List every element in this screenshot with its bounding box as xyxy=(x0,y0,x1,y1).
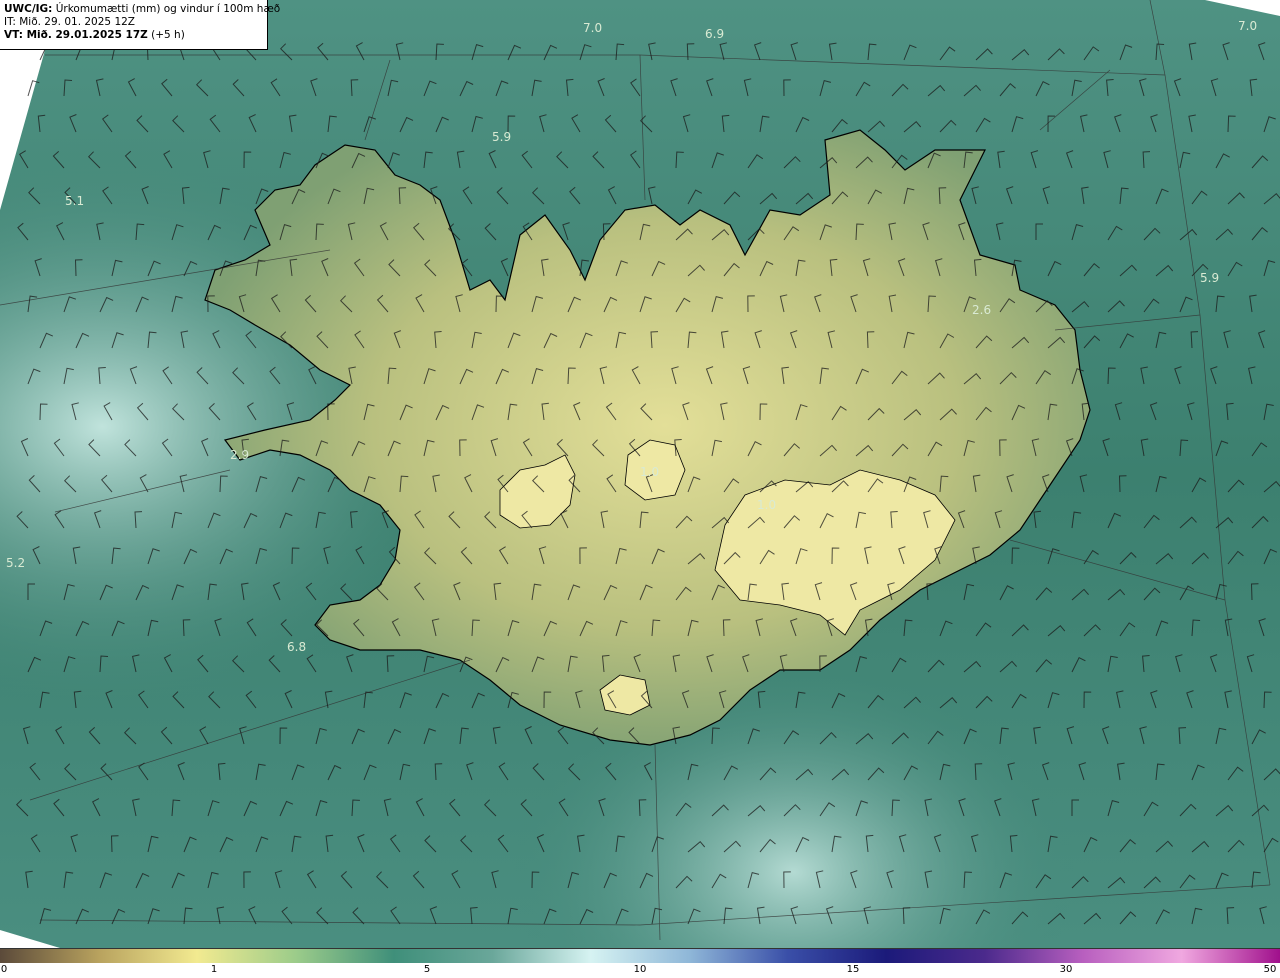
map-label: 6.8 xyxy=(287,640,306,654)
valid-time: VT: Mið. 29.01.2025 17Z xyxy=(4,29,148,41)
info-box: UWC/IG: Úrkomumætti (mm) og vindur í 100… xyxy=(0,0,280,50)
map-label: 5.9 xyxy=(1200,271,1219,285)
map-label: 2.9 xyxy=(230,448,249,462)
colorbar-tick-label: 15 xyxy=(846,964,860,975)
map-label: 7.0 xyxy=(1238,19,1257,33)
model-name: UWC/IG: xyxy=(4,3,53,15)
parameter-description: Úrkomumætti (mm) og vindur í 100m hæð xyxy=(55,3,281,15)
map-label: 7.0 xyxy=(583,21,602,35)
colorbar-strip xyxy=(0,948,1280,963)
valid-time-row: VT: Mið. 29.01.2025 17Z (+5 h) xyxy=(4,29,263,42)
lead-time: (+5 h) xyxy=(151,29,185,41)
colorbar-tick-label: 1 xyxy=(210,964,218,975)
info-title-row: UWC/IG: Úrkomumætti (mm) og vindur í 100… xyxy=(4,3,280,16)
map-label: 5.2 xyxy=(6,556,25,570)
map-label: 1.0 xyxy=(640,465,659,479)
map-label: 5.9 xyxy=(492,130,511,144)
colorbar-tick-label: 10 xyxy=(633,964,647,975)
map-label: 2.6 xyxy=(972,303,991,317)
map-label: 6.9 xyxy=(705,27,724,41)
colorbar-tick-label: 30 xyxy=(1059,964,1073,975)
colorbar: 0 1 5 10 15 30 50 xyxy=(0,948,1280,978)
weather-map: 7.0 6.9 7.0 5.9 5.1 5.9 2.6 2.9 1.0 1.0 … xyxy=(0,0,1280,948)
colorbar-tick-label: 50 xyxy=(1263,964,1277,975)
map-label: 1.0 xyxy=(757,498,776,512)
map-label: 5.1 xyxy=(65,194,84,208)
initial-time: IT: Mið. 29. 01. 2025 12Z xyxy=(4,16,135,28)
colorbar-tick-label: 0 xyxy=(0,964,8,975)
colorbar-tick-label: 5 xyxy=(423,964,431,975)
